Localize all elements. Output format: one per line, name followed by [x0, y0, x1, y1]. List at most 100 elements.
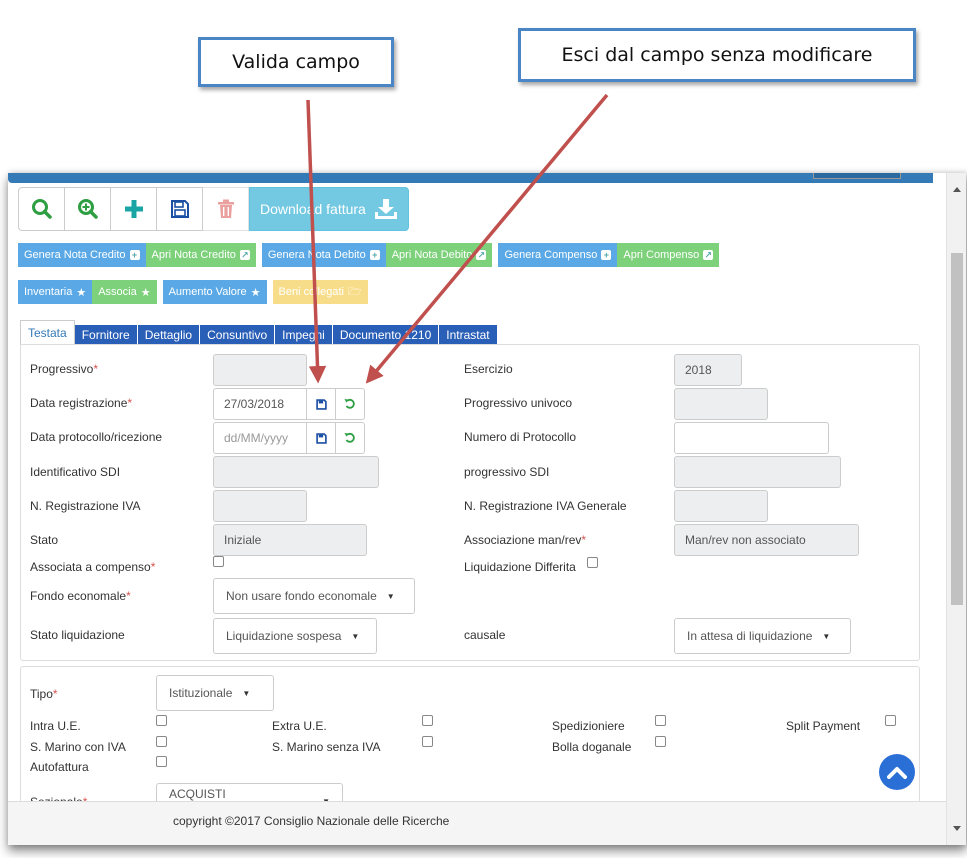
app-window: Download fattura Genera Nota Credito + Ap…	[8, 173, 966, 845]
caret-down-icon: ▼	[242, 688, 251, 698]
download-icon	[374, 199, 397, 219]
stato-liquidazione-label: Stato liquidazione	[30, 628, 125, 642]
download-invoice-button[interactable]: Download fattura	[249, 187, 409, 231]
progressivo-label: Progressivo*	[30, 362, 99, 376]
plus-square-icon: +	[601, 250, 612, 260]
s-marino-senza-iva-checkbox[interactable]	[422, 736, 433, 747]
chevron-up-icon	[887, 767, 907, 779]
apri-compenso-button[interactable]: Apri Compenso ↗	[617, 243, 720, 267]
delete-button[interactable]	[202, 187, 249, 231]
copyright-text: copyright ©2017 Consiglio Nazionale dell…	[173, 814, 450, 828]
save-button[interactable]	[156, 187, 203, 231]
causale-select[interactable]: In attesa di liquidazione ▼	[674, 618, 851, 654]
beni-collegati-button[interactable]: Beni collegati 🗁	[272, 280, 368, 304]
scrollbar-thumb[interactable]	[951, 253, 963, 605]
s-marino-con-iva-checkbox[interactable]	[156, 736, 167, 747]
tab-fornitore[interactable]: Fornitore	[74, 325, 138, 345]
save-icon	[170, 200, 189, 218]
associata-compenso-checkbox[interactable]	[213, 556, 224, 567]
reset-field-button[interactable]	[335, 388, 365, 420]
n-registrazione-iva-generale-field[interactable]	[674, 490, 768, 522]
genera-nota-credito-button[interactable]: Genera Nota Credito +	[18, 243, 146, 267]
tab-consuntivo[interactable]: Consuntivo	[200, 325, 276, 345]
associata-compenso-label: Associata a compenso*	[30, 560, 156, 574]
associazione-man-rev-field[interactable]: Man/rev non associato	[674, 524, 859, 556]
validate-field-button[interactable]	[306, 388, 336, 420]
tab-intrastat[interactable]: Intrastat	[439, 325, 498, 345]
plus-square-icon: +	[369, 250, 380, 260]
vertical-scrollbar[interactable]	[946, 173, 966, 845]
genera-nota-debito-button[interactable]: Genera Nota Debito +	[261, 243, 386, 267]
intra-ue-checkbox[interactable]	[156, 715, 167, 726]
apri-compenso-label: Apri Compenso	[623, 249, 700, 261]
callout-validate-text: Valida campo	[201, 40, 391, 84]
stato-label: Stato	[30, 533, 59, 547]
fondo-economale-select[interactable]: Non usare fondo economale ▼	[213, 578, 415, 614]
identificativo-sdi-field[interactable]	[213, 456, 379, 488]
genera-compenso-label: Genera Compenso	[504, 249, 598, 261]
footer: copyright ©2017 Consiglio Nazionale dell…	[8, 801, 946, 845]
liquidazione-differita-label: Liquidazione Differita	[464, 560, 576, 574]
tipo-label: Tipo*	[30, 687, 58, 701]
associa-label: Associa	[98, 286, 137, 298]
liquidazione-differita-checkbox[interactable]	[587, 557, 598, 568]
numero-protocollo-label: Numero di Protocollo	[464, 430, 577, 444]
spedizioniere-checkbox[interactable]	[655, 715, 666, 726]
open-external-icon: ↗	[703, 250, 714, 260]
plus-square-icon: +	[129, 250, 140, 260]
scroll-down-arrow-icon[interactable]	[953, 826, 961, 831]
s-marino-con-iva-label: S. Marino con IVA	[30, 740, 126, 754]
caret-down-icon: ▼	[822, 631, 831, 641]
bolla-doganale-label: Bolla doganale	[552, 740, 632, 754]
scroll-up-arrow-icon[interactable]	[953, 187, 961, 192]
data-protocollo-label: Data protocollo/ricezione	[30, 430, 163, 444]
caret-down-icon: ▼	[351, 631, 360, 641]
advanced-search-button[interactable]	[64, 187, 111, 231]
note-buttons-row: Genera Nota Credito + Apri Nota Credito ↗ …	[18, 243, 720, 267]
autofattura-label: Autofattura	[30, 760, 89, 774]
apri-nota-debito-button[interactable]: Apri Nota Debito ↗	[385, 243, 493, 267]
progressivo-field[interactable]	[213, 354, 307, 386]
tab-documento-1210[interactable]: Documento 1210	[332, 325, 440, 345]
apri-nota-credito-button[interactable]: Apri Nota Credito ↗	[145, 243, 256, 267]
stato-field[interactable]: Iniziale	[213, 524, 367, 556]
progressivo-univoco-label: Progressivo univoco	[464, 396, 573, 410]
search-button[interactable]	[18, 187, 65, 231]
tab-impegni[interactable]: Impegni	[275, 325, 333, 345]
aumento-valore-button[interactable]: Aumento Valore ★	[162, 280, 267, 304]
progressivo-sdi-field[interactable]	[674, 456, 841, 488]
tab-testata[interactable]: Testata	[20, 320, 75, 345]
numero-protocollo-input[interactable]	[674, 422, 829, 454]
autofattura-checkbox[interactable]	[156, 756, 167, 767]
split-payment-checkbox[interactable]	[885, 715, 896, 726]
reset-field-button[interactable]	[335, 422, 365, 454]
new-button[interactable]	[110, 187, 157, 231]
caret-down-icon: ▼	[386, 591, 395, 601]
data-protocollo-input[interactable]: dd/MM/yyyy	[213, 422, 307, 454]
intra-ue-label: Intra U.E.	[30, 719, 81, 733]
data-registrazione-input[interactable]: 27/03/2018	[213, 388, 307, 420]
toolbar: Download fattura	[18, 187, 409, 231]
n-registrazione-iva-field[interactable]	[213, 490, 307, 522]
inventaria-button[interactable]: Inventaria ★	[18, 280, 93, 304]
extra-ue-checkbox[interactable]	[422, 715, 433, 726]
folder-open-icon: 🗁	[347, 285, 362, 298]
tab-dettaglio[interactable]: Dettaglio	[137, 325, 201, 345]
validate-field-button[interactable]	[306, 422, 336, 454]
save-icon	[315, 432, 327, 444]
scroll-to-top-button[interactable]	[879, 754, 915, 790]
apri-nota-credito-label: Apri Nota Credito	[151, 249, 236, 261]
bolla-doganale-checkbox[interactable]	[655, 736, 666, 747]
stato-liquidazione-select[interactable]: Liquidazione sospesa ▼	[213, 618, 377, 654]
associa-button[interactable]: Associa ★	[92, 280, 157, 304]
extra-ue-label: Extra U.E.	[272, 719, 327, 733]
star-icon: ★	[76, 286, 87, 299]
genera-compenso-button[interactable]: Genera Compenso +	[498, 243, 618, 267]
tipo-select[interactable]: Istituzionale ▼	[156, 675, 274, 711]
trash-icon	[217, 199, 234, 218]
callout-validate: Valida campo	[198, 37, 394, 87]
progressivo-univoco-field[interactable]	[674, 388, 768, 420]
open-external-icon: ↗	[476, 250, 487, 260]
esercizio-field[interactable]: 2018	[674, 354, 742, 386]
split-payment-label: Split Payment	[786, 719, 861, 733]
